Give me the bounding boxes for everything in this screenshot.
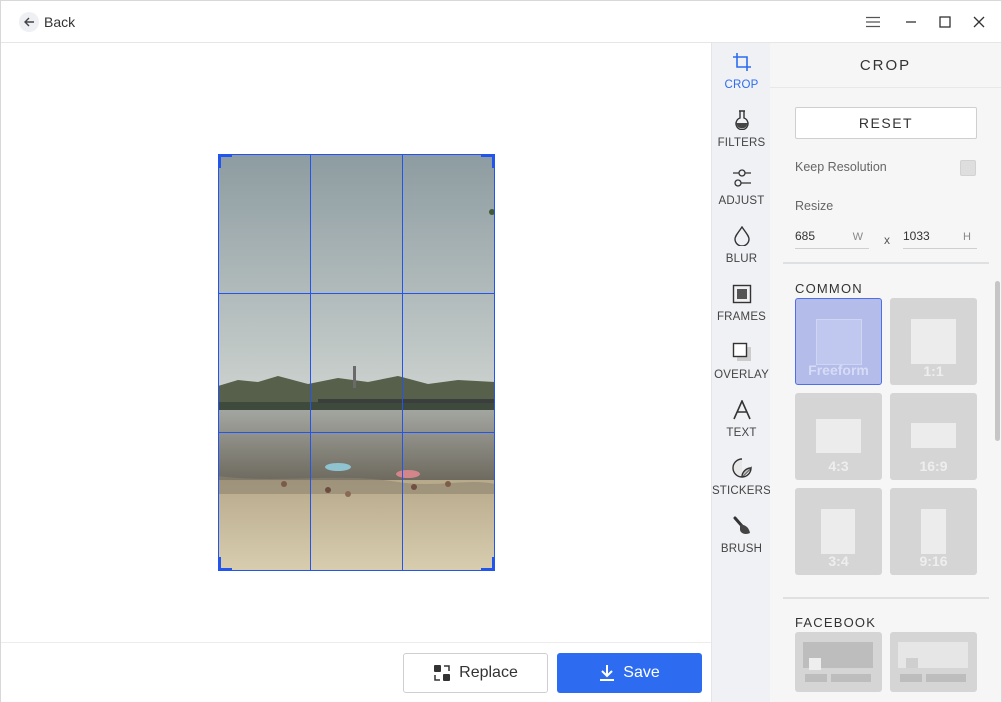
frames-icon (731, 283, 753, 305)
crop-icon (731, 51, 753, 73)
ratio-label: 16:9 (919, 458, 948, 474)
section-divider (783, 262, 989, 264)
template-block-preview (900, 674, 922, 682)
tool-label: FILTERS (717, 137, 766, 149)
tool-label: TEXT (726, 427, 757, 439)
replace-icon (433, 664, 451, 682)
keep-resolution-label: Keep Resolution (795, 160, 887, 174)
tool-blur[interactable]: BLUR (712, 221, 771, 277)
filters-icon (731, 109, 753, 131)
reset-button[interactable]: RESET (795, 107, 977, 139)
back-arrow-icon (19, 12, 39, 32)
ratio-label: Freeform (808, 362, 869, 378)
ratio-preview (816, 419, 861, 453)
adjust-icon (731, 167, 753, 189)
width-value: 685 (795, 229, 816, 243)
ratio-4-3[interactable]: 4:3 (795, 393, 882, 480)
save-button[interactable]: Save (557, 653, 702, 693)
close-icon[interactable] (968, 11, 990, 33)
crop-panel: CROP RESET Keep Resolution Resize 685 W … (770, 43, 1001, 702)
ratio-preview (911, 423, 956, 448)
replace-label: Replace (459, 664, 518, 681)
tool-adjust[interactable]: ADJUST (712, 163, 771, 219)
width-field[interactable]: 685 W (795, 227, 869, 249)
height-value: 1033 (903, 229, 930, 243)
facebook-template-1[interactable] (795, 632, 882, 692)
template-block-preview (831, 674, 871, 682)
ratio-16-9[interactable]: 16:9 (890, 393, 977, 480)
tool-label: STICKERS (711, 485, 772, 497)
ratio-9-16[interactable]: 9:16 (890, 488, 977, 575)
facebook-title: FACEBOOK (795, 615, 877, 630)
times-sign: x (884, 233, 890, 247)
template-avatar-preview (906, 658, 918, 668)
section-divider (783, 597, 989, 599)
maximize-icon[interactable] (934, 11, 956, 33)
ratio-1-1[interactable]: 1:1 (890, 298, 977, 385)
app-window: Back Replace Save CROP FILTERS ADJUST BL… (0, 0, 1002, 702)
tool-text[interactable]: TEXT (712, 395, 771, 451)
facebook-template-2[interactable] (890, 632, 977, 692)
ratio-preview (816, 319, 862, 365)
ratio-label: 3:4 (828, 553, 849, 569)
text-icon (731, 399, 753, 421)
ratio-3-4[interactable]: 3:4 (795, 488, 882, 575)
ratio-label: 9:16 (919, 553, 948, 569)
tool-label: ADJUST (718, 195, 765, 207)
crop-grid (218, 154, 495, 571)
common-title: COMMON (795, 281, 863, 296)
height-unit: H (963, 231, 971, 243)
hamburger-icon[interactable] (862, 11, 884, 33)
height-field[interactable]: 1033 H (903, 227, 977, 249)
minimize-icon[interactable] (900, 11, 922, 33)
tool-label: FRAMES (716, 311, 767, 323)
brush-icon (731, 515, 753, 537)
overlay-icon (731, 341, 753, 363)
tool-rail: CROP FILTERS ADJUST BLUR FRAMES OVERLAY … (711, 43, 771, 702)
tool-overlay[interactable]: OVERLAY (712, 337, 771, 393)
save-label: Save (623, 664, 660, 681)
tool-filters[interactable]: FILTERS (712, 105, 771, 161)
tool-label: CROP (724, 79, 759, 91)
title-bar: Back (1, 1, 1001, 43)
tool-label: BLUR (725, 253, 758, 265)
ratio-preview (821, 509, 855, 554)
ratio-preview (921, 509, 946, 554)
replace-button[interactable]: Replace (403, 653, 548, 693)
panel-title: CROP (770, 43, 1001, 88)
template-block-preview (805, 674, 827, 682)
ratio-preview (911, 319, 956, 364)
tool-stickers[interactable]: STICKERS (712, 453, 771, 509)
resize-label: Resize (795, 199, 834, 213)
keep-resolution-checkbox[interactable] (960, 160, 976, 176)
ratio-label: 4:3 (828, 458, 849, 474)
download-icon (599, 664, 615, 682)
blur-icon (731, 225, 753, 247)
tool-label: OVERLAY (714, 369, 769, 381)
bottom-action-bar: Replace Save (1, 642, 711, 702)
tool-crop[interactable]: CROP (712, 47, 771, 103)
image-canvas (1, 43, 711, 642)
width-unit: W (852, 231, 863, 243)
photo-crop-area[interactable] (218, 154, 495, 571)
back-button[interactable]: Back (19, 12, 75, 32)
tool-label: BRUSH (720, 543, 763, 555)
back-label: Back (44, 14, 76, 30)
tool-frames[interactable]: FRAMES (712, 279, 771, 335)
ratio-freeform[interactable]: Freeform (795, 298, 882, 385)
template-avatar-preview (809, 658, 821, 670)
tool-brush[interactable]: BRUSH (712, 511, 771, 567)
ratio-label: 1:1 (923, 363, 944, 379)
panel-scrollbar[interactable] (995, 281, 1000, 441)
template-block-preview (926, 674, 966, 682)
stickers-icon (731, 457, 753, 479)
